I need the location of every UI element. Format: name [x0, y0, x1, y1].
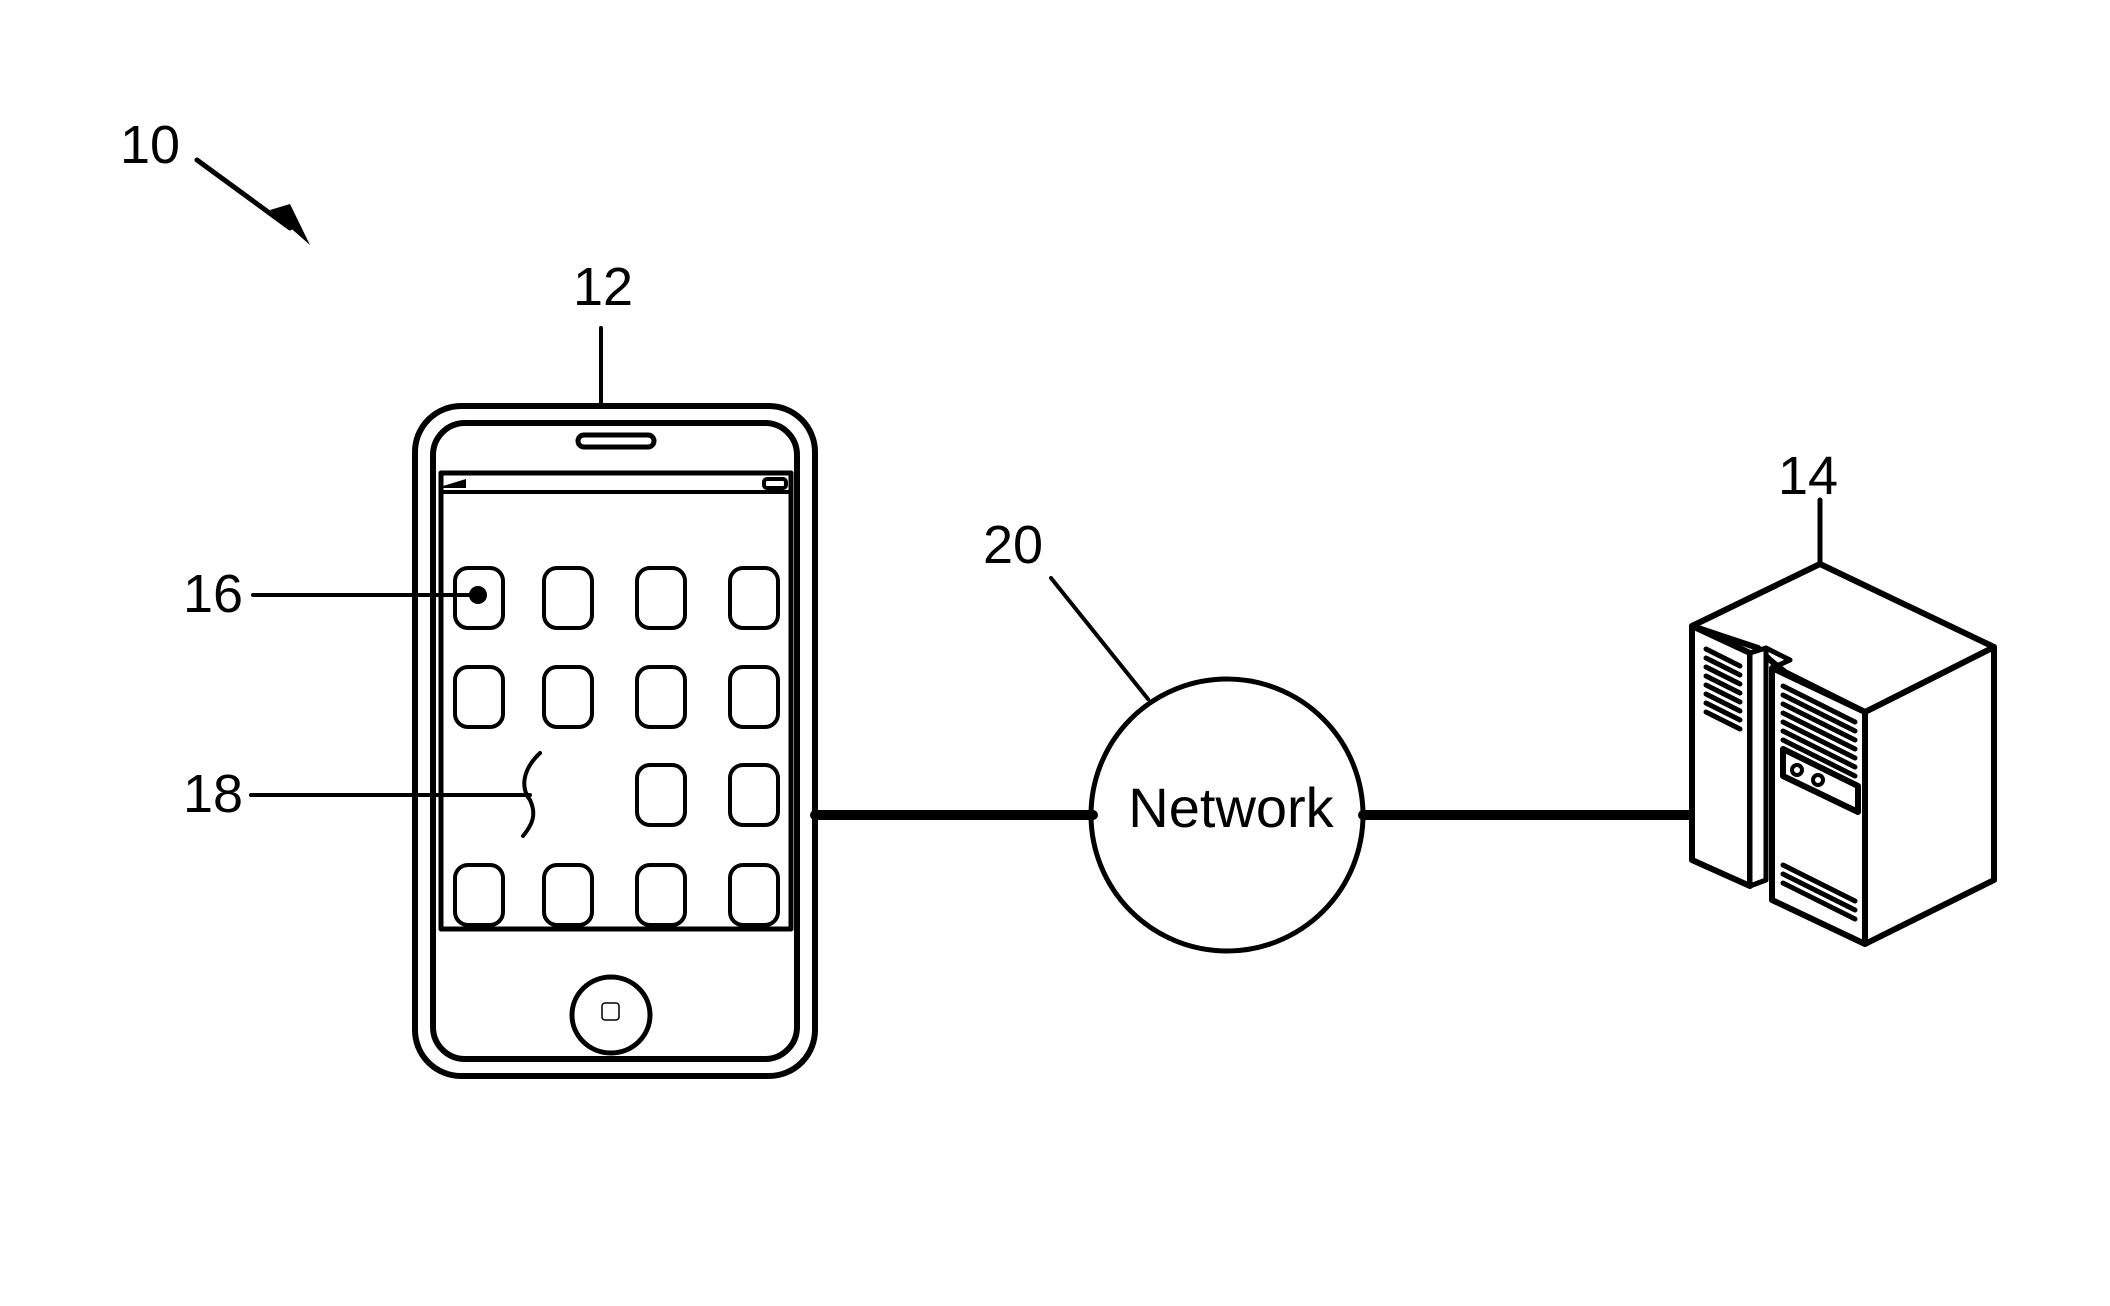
app-icon[interactable] — [635, 665, 687, 729]
home-button-square-icon — [601, 1002, 620, 1021]
phone-screen — [438, 470, 794, 932]
missing-icon-callout: 18 — [183, 751, 542, 838]
app-icon[interactable] — [728, 763, 780, 827]
app-icon[interactable] — [542, 566, 594, 630]
battery-icon — [762, 477, 788, 490]
network-text: Network — [1128, 776, 1334, 839]
app-icon[interactable] — [728, 566, 780, 630]
signal-strength-icon — [443, 479, 466, 488]
app-icon[interactable] — [728, 665, 780, 729]
system-arrow-shaft — [194, 157, 293, 231]
app-icon-label: 16 — [183, 564, 243, 624]
phone-inner-body — [430, 420, 800, 1062]
app-icon-grid — [453, 566, 780, 927]
app-icon-selection-dot — [469, 586, 487, 604]
mobile-device-label: 12 — [573, 257, 633, 317]
system-diagram: 10 12 16 18 20 Network 14 — [120, 115, 1997, 1079]
server-label: 14 — [1778, 446, 1838, 506]
app-icon[interactable] — [453, 665, 505, 729]
server-drive-bay-edge — [1855, 785, 1861, 812]
app-icon[interactable] — [635, 763, 687, 827]
home-button[interactable] — [569, 974, 653, 1056]
app-icon[interactable] — [542, 863, 594, 927]
system-label: 10 — [120, 115, 180, 175]
app-icon[interactable] — [635, 566, 687, 630]
server-column — [1747, 645, 1769, 889]
network-leader — [1049, 576, 1150, 701]
app-icon[interactable] — [635, 863, 687, 927]
mobile-device[interactable]: 12 — [412, 257, 818, 1079]
missing-icon-label: 18 — [183, 764, 243, 824]
app-icon[interactable] — [453, 863, 505, 927]
server[interactable]: 14 — [1689, 446, 1997, 947]
network[interactable]: 20 Network — [983, 515, 1366, 954]
app-icon[interactable] — [728, 863, 780, 927]
network-ref-label: 20 — [983, 515, 1043, 575]
app-icon[interactable] — [542, 665, 594, 729]
system-arrow-head-icon — [270, 204, 310, 245]
system-reference: 10 — [120, 115, 310, 245]
speaker-icon — [575, 432, 657, 450]
